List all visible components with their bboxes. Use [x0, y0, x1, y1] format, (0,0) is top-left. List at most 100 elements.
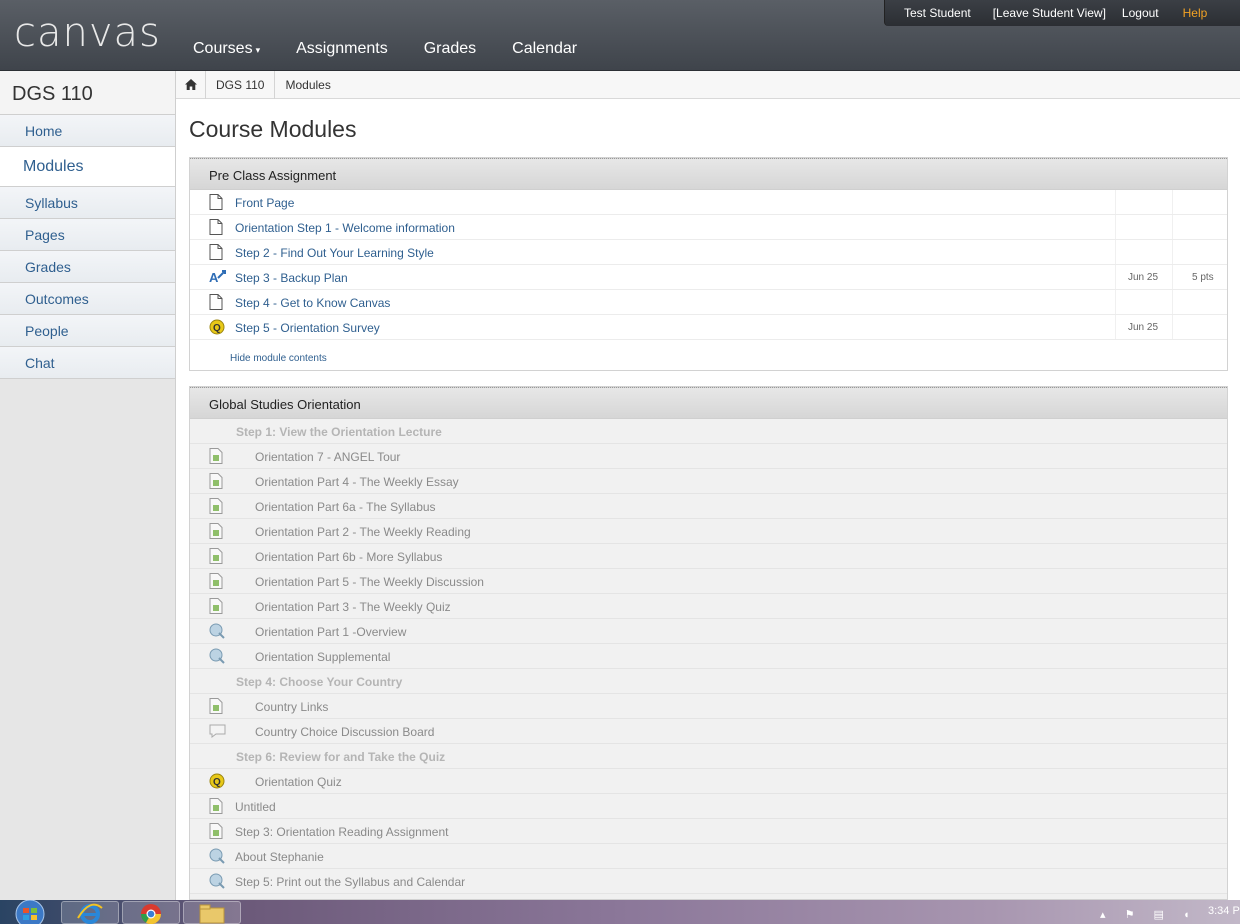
breadcrumb-modules: Modules: [285, 77, 331, 92]
module-item-link[interactable]: Orientation 7 - ANGEL Tour: [255, 450, 400, 464]
module-item[interactable]: Step 3: Orientation Reading Assignment: [190, 819, 1227, 844]
module-item[interactable]: Orientation Part 2 - The Weekly Reading: [190, 519, 1227, 544]
module-item[interactable]: Q Step 5 - Orientation Survey Jun 25: [190, 315, 1227, 340]
sidebar-item-pages[interactable]: Pages: [0, 219, 175, 251]
file-icon: [209, 473, 225, 489]
leave-student-view-link[interactable]: [Leave Student View]: [993, 6, 1106, 20]
module-header[interactable]: Pre Class Assignment: [190, 158, 1227, 190]
nav-assignments[interactable]: Assignments: [296, 40, 388, 58]
module-item-link[interactable]: Step 5 - Orientation Survey: [235, 321, 380, 335]
module-item[interactable]: Orientation 7 - ANGEL Tour: [190, 444, 1227, 469]
module-item[interactable]: Orientation Part 6a - The Syllabus: [190, 494, 1227, 519]
breadcrumb-course[interactable]: DGS 110: [206, 70, 276, 99]
subheader-text: Step 4: Choose Your Country: [236, 675, 403, 689]
page-title: Course Modules: [189, 116, 357, 142]
module-item-link[interactable]: Orientation Part 2 - The Weekly Reading: [255, 525, 471, 539]
chevron-down-icon: ▾: [255, 45, 261, 55]
logout-link[interactable]: Logout: [1122, 6, 1159, 20]
taskbar-explorer[interactable]: [183, 901, 241, 924]
module-item-link[interactable]: Step 2 - Find Out Your Learning Style: [235, 246, 434, 260]
module-item[interactable]: Orientation Part 5 - The Weekly Discussi…: [190, 569, 1227, 594]
module-pre-class-assignment: Pre Class Assignment Front Page Orientati…: [189, 157, 1228, 371]
nav-grades[interactable]: Grades: [424, 40, 476, 58]
sidebar-item-grades[interactable]: Grades: [0, 251, 175, 283]
module-item[interactable]: Orientation Supplemental: [190, 644, 1227, 669]
page-icon: [209, 194, 225, 210]
internet-explorer-icon: [77, 903, 103, 924]
column-divider: [1115, 190, 1116, 214]
module-item[interactable]: Orientation Part 1 -Overview: [190, 619, 1227, 644]
module-item[interactable]: Front Page: [190, 190, 1227, 215]
module-item[interactable]: Orientation Part 6b - More Syllabus: [190, 544, 1227, 569]
module-header[interactable]: Global Studies Orientation: [190, 387, 1227, 419]
page-icon: [209, 219, 225, 235]
svg-text:Q: Q: [213, 323, 221, 334]
column-divider: [1172, 215, 1173, 239]
module-item-link[interactable]: Orientation Supplemental: [255, 650, 390, 664]
module-item[interactable]: Step 4 - Get to Know Canvas: [190, 290, 1227, 315]
module-item-link[interactable]: Orientation Quiz: [255, 775, 342, 789]
module-item-link[interactable]: Orientation Part 6b - More Syllabus: [255, 550, 442, 564]
taskbar-ie[interactable]: [61, 901, 119, 924]
hide-module-contents-link[interactable]: Hide module contents: [190, 340, 1227, 370]
module-item-link[interactable]: Orientation Part 3 - The Weekly Quiz: [255, 600, 451, 614]
assignment-icon: A: [209, 269, 226, 285]
module-item[interactable]: Q Orientation Quiz: [190, 769, 1227, 794]
link-icon: [209, 648, 225, 664]
sidebar-item-people[interactable]: People: [0, 315, 175, 347]
module-item[interactable]: Orientation Part 3 - The Weekly Quiz: [190, 594, 1227, 619]
module-item[interactable]: About Stephanie: [190, 844, 1227, 869]
module-item[interactable]: Untitled: [190, 794, 1227, 819]
nav-calendar[interactable]: Calendar: [512, 40, 577, 58]
module-item[interactable]: Country Choice Discussion Board: [190, 719, 1227, 744]
home-icon: [184, 79, 197, 90]
module-item[interactable]: Orientation Part 4 - The Weekly Essay: [190, 469, 1227, 494]
course-title[interactable]: DGS 110: [0, 71, 175, 115]
system-tray-icons[interactable]: ▴ ⚑ ▤ ◖: [1100, 908, 1198, 921]
module-item-link[interactable]: Orientation Part 5 - The Weekly Discussi…: [255, 575, 484, 589]
module-item[interactable]: Step 2 - Find Out Your Learning Style: [190, 240, 1227, 265]
taskbar-chrome[interactable]: [122, 901, 180, 924]
breadcrumb-home[interactable]: [176, 70, 206, 99]
nav-courses[interactable]: Courses ▾: [193, 40, 260, 58]
sidebar-item-modules[interactable]: Modules: [0, 147, 175, 187]
column-divider: [1172, 315, 1173, 339]
module-item-link[interactable]: Orientation Part 1 -Overview: [255, 625, 406, 639]
link-icon: [209, 623, 225, 639]
module-item-link[interactable]: Untitled: [235, 800, 276, 814]
module-item[interactable]: Orientation Step 1 - Welcome information: [190, 215, 1227, 240]
due-date: Jun 25: [1128, 272, 1159, 283]
subheader-text: Step 6: Review for and Take the Quiz: [236, 750, 446, 764]
module-item-link[interactable]: Step 3: Orientation Reading Assignment: [235, 825, 448, 839]
windows-taskbar: [0, 899, 1240, 924]
module-subheader: Step 6: Review for and Take the Quiz: [190, 744, 1227, 769]
canvas-logo[interactable]: canvas: [14, 10, 161, 56]
module-item-link[interactable]: Step 3 - Backup Plan: [235, 271, 348, 285]
module-item-link[interactable]: Orientation Step 1 - Welcome information: [235, 221, 455, 235]
sidebar-item-syllabus[interactable]: Syllabus: [0, 187, 175, 219]
user-name-link[interactable]: Test Student: [904, 6, 971, 20]
file-icon: [209, 498, 225, 514]
sidebar-item-outcomes[interactable]: Outcomes: [0, 283, 175, 315]
file-icon: [209, 548, 225, 564]
points: 5 pts: [1192, 272, 1214, 283]
module-item[interactable]: Country Links: [190, 694, 1227, 719]
sidebar-item-chat[interactable]: Chat: [0, 347, 175, 379]
page-icon: [209, 244, 225, 260]
module-item[interactable]: Step 5: Print out the Syllabus and Calen…: [190, 869, 1227, 894]
taskbar-clock[interactable]: 3:34 P: [1208, 905, 1240, 917]
module-item[interactable]: A Step 3 - Backup Plan Jun 25 5 pts: [190, 265, 1227, 290]
module-item-link[interactable]: Orientation Part 4 - The Weekly Essay: [255, 475, 459, 489]
module-item-link[interactable]: Front Page: [235, 196, 294, 210]
module-item-link[interactable]: About Stephanie: [235, 850, 324, 864]
subheader-text: Step 1: View the Orientation Lecture: [236, 425, 442, 439]
help-link[interactable]: Help: [1183, 6, 1208, 20]
column-divider: [1172, 265, 1173, 289]
module-item-link[interactable]: Country Links: [255, 700, 328, 714]
start-button[interactable]: [4, 899, 48, 924]
module-item-link[interactable]: Country Choice Discussion Board: [255, 725, 434, 739]
module-item-link[interactable]: Step 5: Print out the Syllabus and Calen…: [235, 875, 465, 889]
sidebar-item-home[interactable]: Home: [0, 115, 175, 147]
module-item-link[interactable]: Step 4 - Get to Know Canvas: [235, 296, 390, 310]
module-item-link[interactable]: Orientation Part 6a - The Syllabus: [255, 500, 436, 514]
